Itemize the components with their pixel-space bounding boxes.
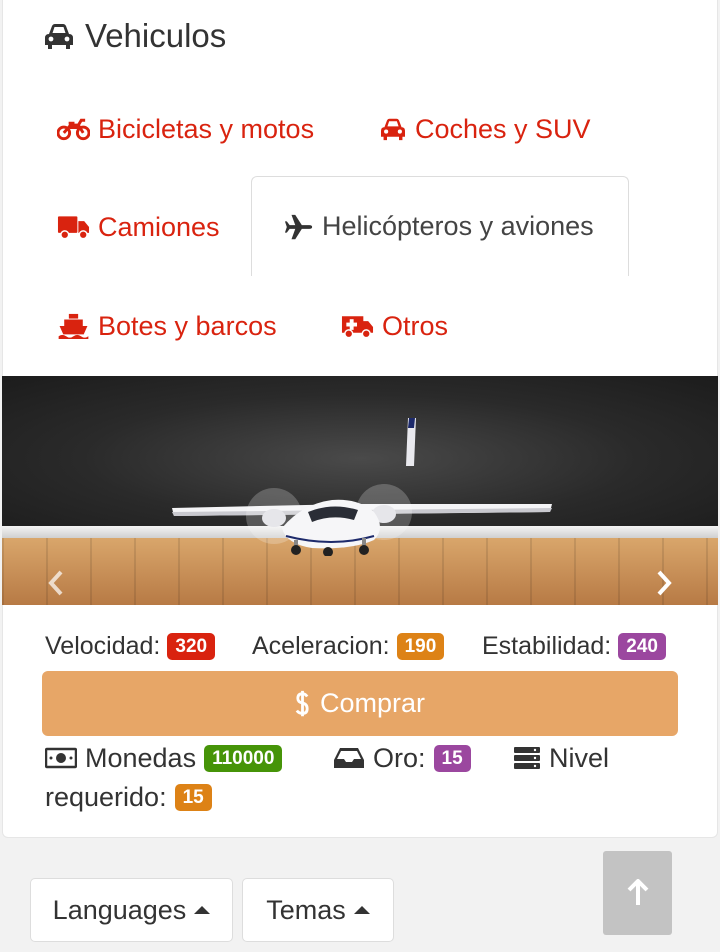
server-icon xyxy=(514,747,540,769)
vehicle-stats: Velocidad: 320 Aceleracion: 190 Estabili… xyxy=(45,632,685,672)
coins-label: Monedas xyxy=(85,742,197,773)
speed-label: Velocidad: xyxy=(45,632,161,660)
themes-dropdown[interactable]: Temas xyxy=(242,878,394,942)
stability-label: Estabilidad: xyxy=(482,632,612,660)
tab-label: Coches y SUV xyxy=(415,113,591,144)
tab-others[interactable]: Otros xyxy=(341,305,448,347)
tab-label: Otros xyxy=(382,310,449,341)
coins-badge: 110000 xyxy=(204,744,283,772)
tab-boats-ships[interactable]: Botes y barcos xyxy=(57,305,277,347)
languages-dropdown[interactable]: Languages xyxy=(30,878,233,942)
vehicle-carousel xyxy=(2,376,718,605)
level-label: Nivel xyxy=(549,742,610,773)
money-icon xyxy=(45,747,77,769)
car-icon xyxy=(45,24,73,49)
level-badge: 15 xyxy=(174,783,212,811)
gold-label: Oro: xyxy=(373,742,426,773)
tab-helicopters-planes[interactable]: Helicópteros y aviones xyxy=(251,176,629,276)
arrow-up-icon xyxy=(627,879,648,905)
chevron-left-icon xyxy=(48,570,63,596)
buy-button[interactable]: Comprar xyxy=(42,671,678,736)
airplane-image xyxy=(172,418,552,556)
acceleration-label: Aceleracion: xyxy=(252,632,390,660)
tab-label: Botes y barcos xyxy=(98,310,277,341)
themes-label: Temas xyxy=(266,894,346,925)
buy-button-label: Comprar xyxy=(319,688,426,718)
speed-badge: 320 xyxy=(167,633,216,660)
carousel-next-button[interactable] xyxy=(644,560,684,606)
tab-label: Camiones xyxy=(98,211,220,242)
plane-icon xyxy=(284,214,313,239)
motorcycle-icon xyxy=(57,118,90,141)
inbox-icon xyxy=(334,748,364,768)
tab-label: Bicicletas y motos xyxy=(98,113,315,144)
car-icon xyxy=(381,118,405,141)
back-to-top-button[interactable] xyxy=(603,851,672,935)
tab-bicycles-motorcycles[interactable]: Bicicletas y motos xyxy=(57,108,314,150)
stability-badge: 240 xyxy=(618,633,666,660)
carousel-prev-button[interactable] xyxy=(36,560,76,606)
acceleration-badge: 190 xyxy=(396,633,445,660)
languages-label: Languages xyxy=(52,894,187,925)
ambulance-icon xyxy=(341,316,374,339)
ship-icon xyxy=(58,313,89,339)
page-title-text: Vehiculos xyxy=(85,17,227,54)
truck-icon xyxy=(57,216,90,240)
gold-badge: 15 xyxy=(433,744,471,772)
level-label-cont: requerido: xyxy=(45,781,167,812)
tab-trucks[interactable]: Camiones xyxy=(57,206,220,248)
dollar-icon xyxy=(295,690,309,716)
caret-up-icon xyxy=(353,906,370,914)
chevron-right-icon xyxy=(657,570,672,596)
page-title: Vehiculos xyxy=(43,14,226,58)
tab-cars-suv[interactable]: Coches y SUV xyxy=(379,108,591,150)
tab-label: Helicópteros y aviones xyxy=(322,211,594,241)
caret-up-icon xyxy=(194,906,211,914)
